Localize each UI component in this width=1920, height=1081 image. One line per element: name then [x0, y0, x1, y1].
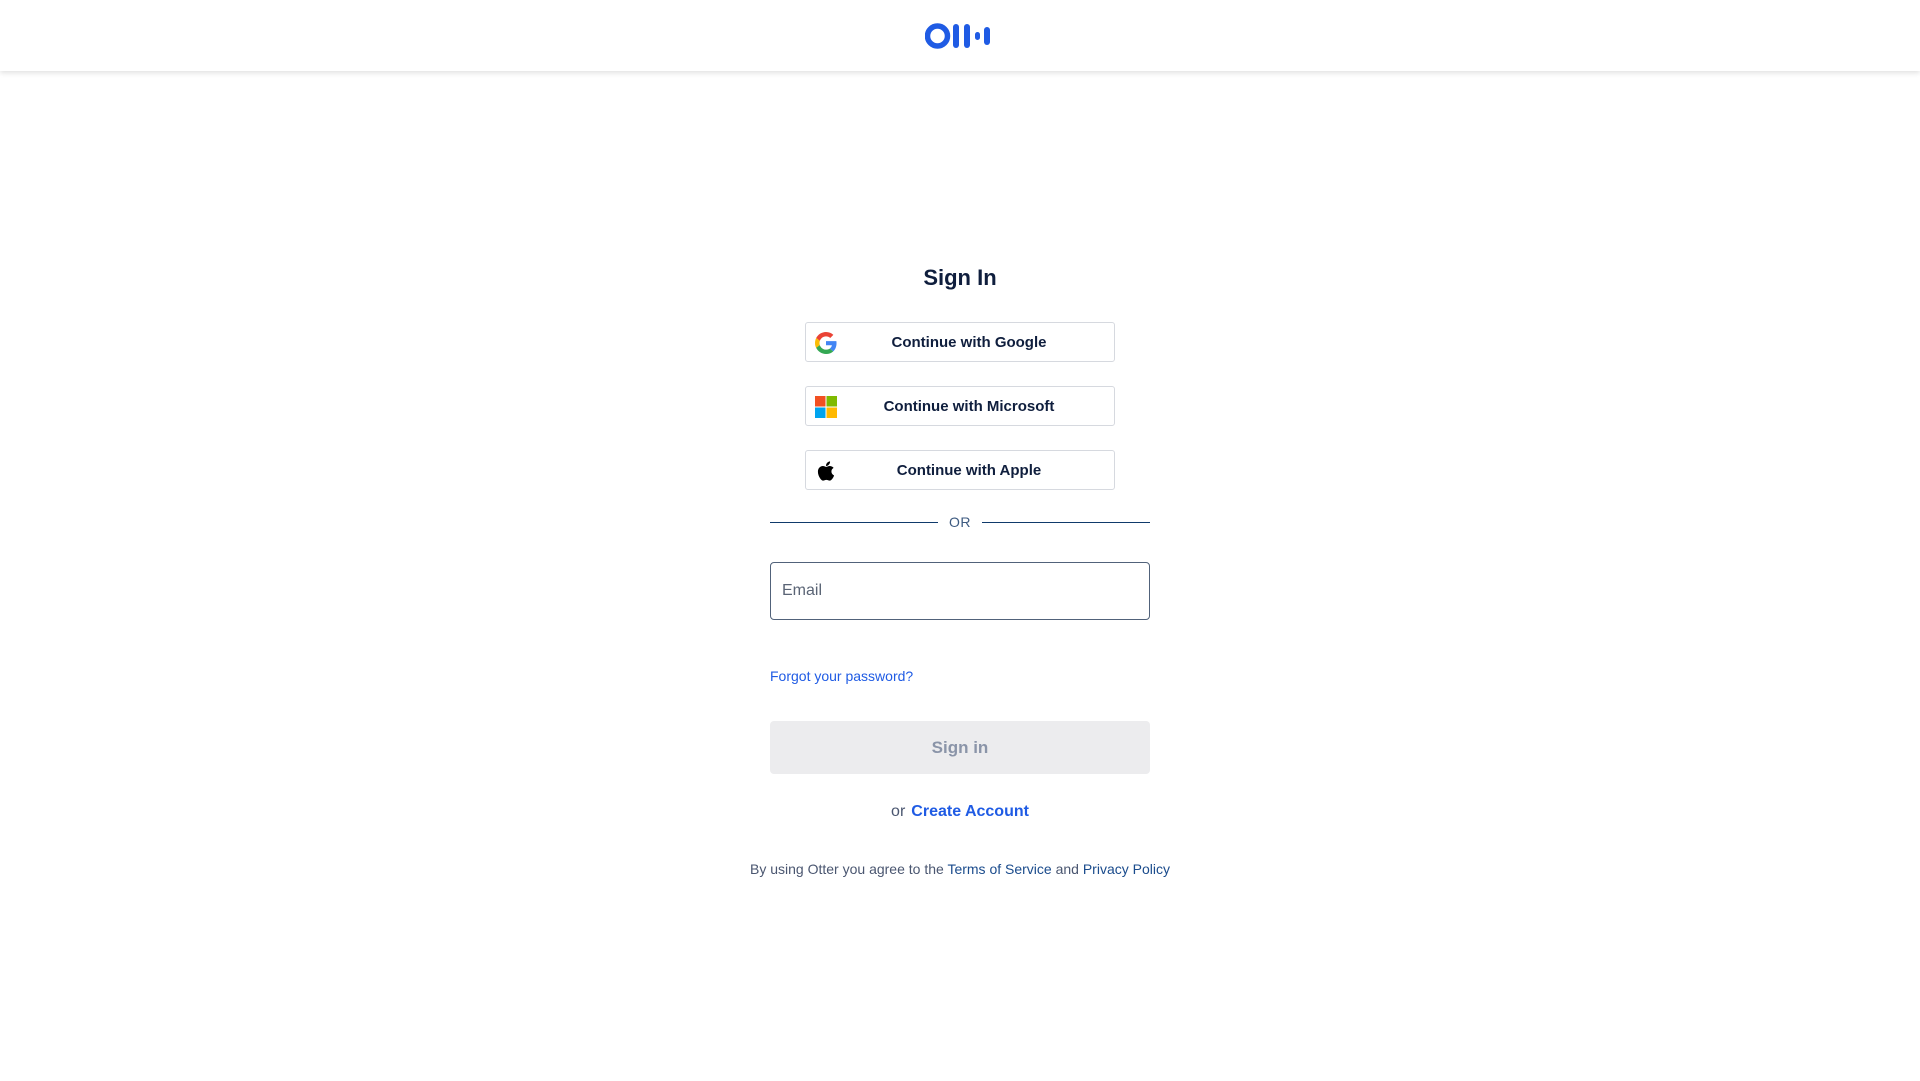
email-input[interactable] [770, 562, 1150, 620]
signin-page: Sign In Continue with Google Continue wi… [0, 71, 1920, 1081]
legal-conjunction: and [1055, 861, 1079, 877]
or-divider-text: OR [949, 514, 971, 530]
google-icon [815, 332, 837, 354]
sign-in-button[interactable]: Sign in [770, 721, 1150, 774]
create-account-link[interactable]: Create Account [911, 803, 1029, 820]
microsoft-icon [815, 396, 837, 418]
legal-prefix: By using Otter you agree to the [750, 861, 944, 877]
top-bar [0, 0, 1920, 71]
page-title: Sign In [923, 265, 997, 290]
otter-logo[interactable] [925, 21, 995, 51]
continue-with-google-button[interactable]: Continue with Google [805, 322, 1115, 362]
create-account-row: or Create Account [0, 803, 1920, 821]
continue-with-apple-button[interactable]: Continue with Apple [805, 450, 1115, 490]
google-button-label: Continue with Google [891, 333, 1047, 351]
continue-with-microsoft-button[interactable]: Continue with Microsoft [805, 386, 1115, 426]
or-divider: OR [770, 512, 1150, 532]
terms-of-service-link[interactable]: Terms of Service [947, 861, 1051, 877]
microsoft-button-label: Continue with Microsoft [883, 397, 1055, 415]
privacy-policy-link[interactable]: Privacy Policy [1083, 861, 1170, 877]
create-account-prefix: or [891, 803, 906, 820]
apple-button-label: Continue with Apple [896, 461, 1042, 479]
divider-line-right [982, 521, 1150, 523]
forgot-password-link[interactable]: Forgot your password? [770, 668, 913, 684]
apple-icon [815, 460, 837, 482]
legal-notice: By using Otter you agree to the Terms of… [0, 861, 1920, 877]
divider-line-left [770, 521, 938, 523]
